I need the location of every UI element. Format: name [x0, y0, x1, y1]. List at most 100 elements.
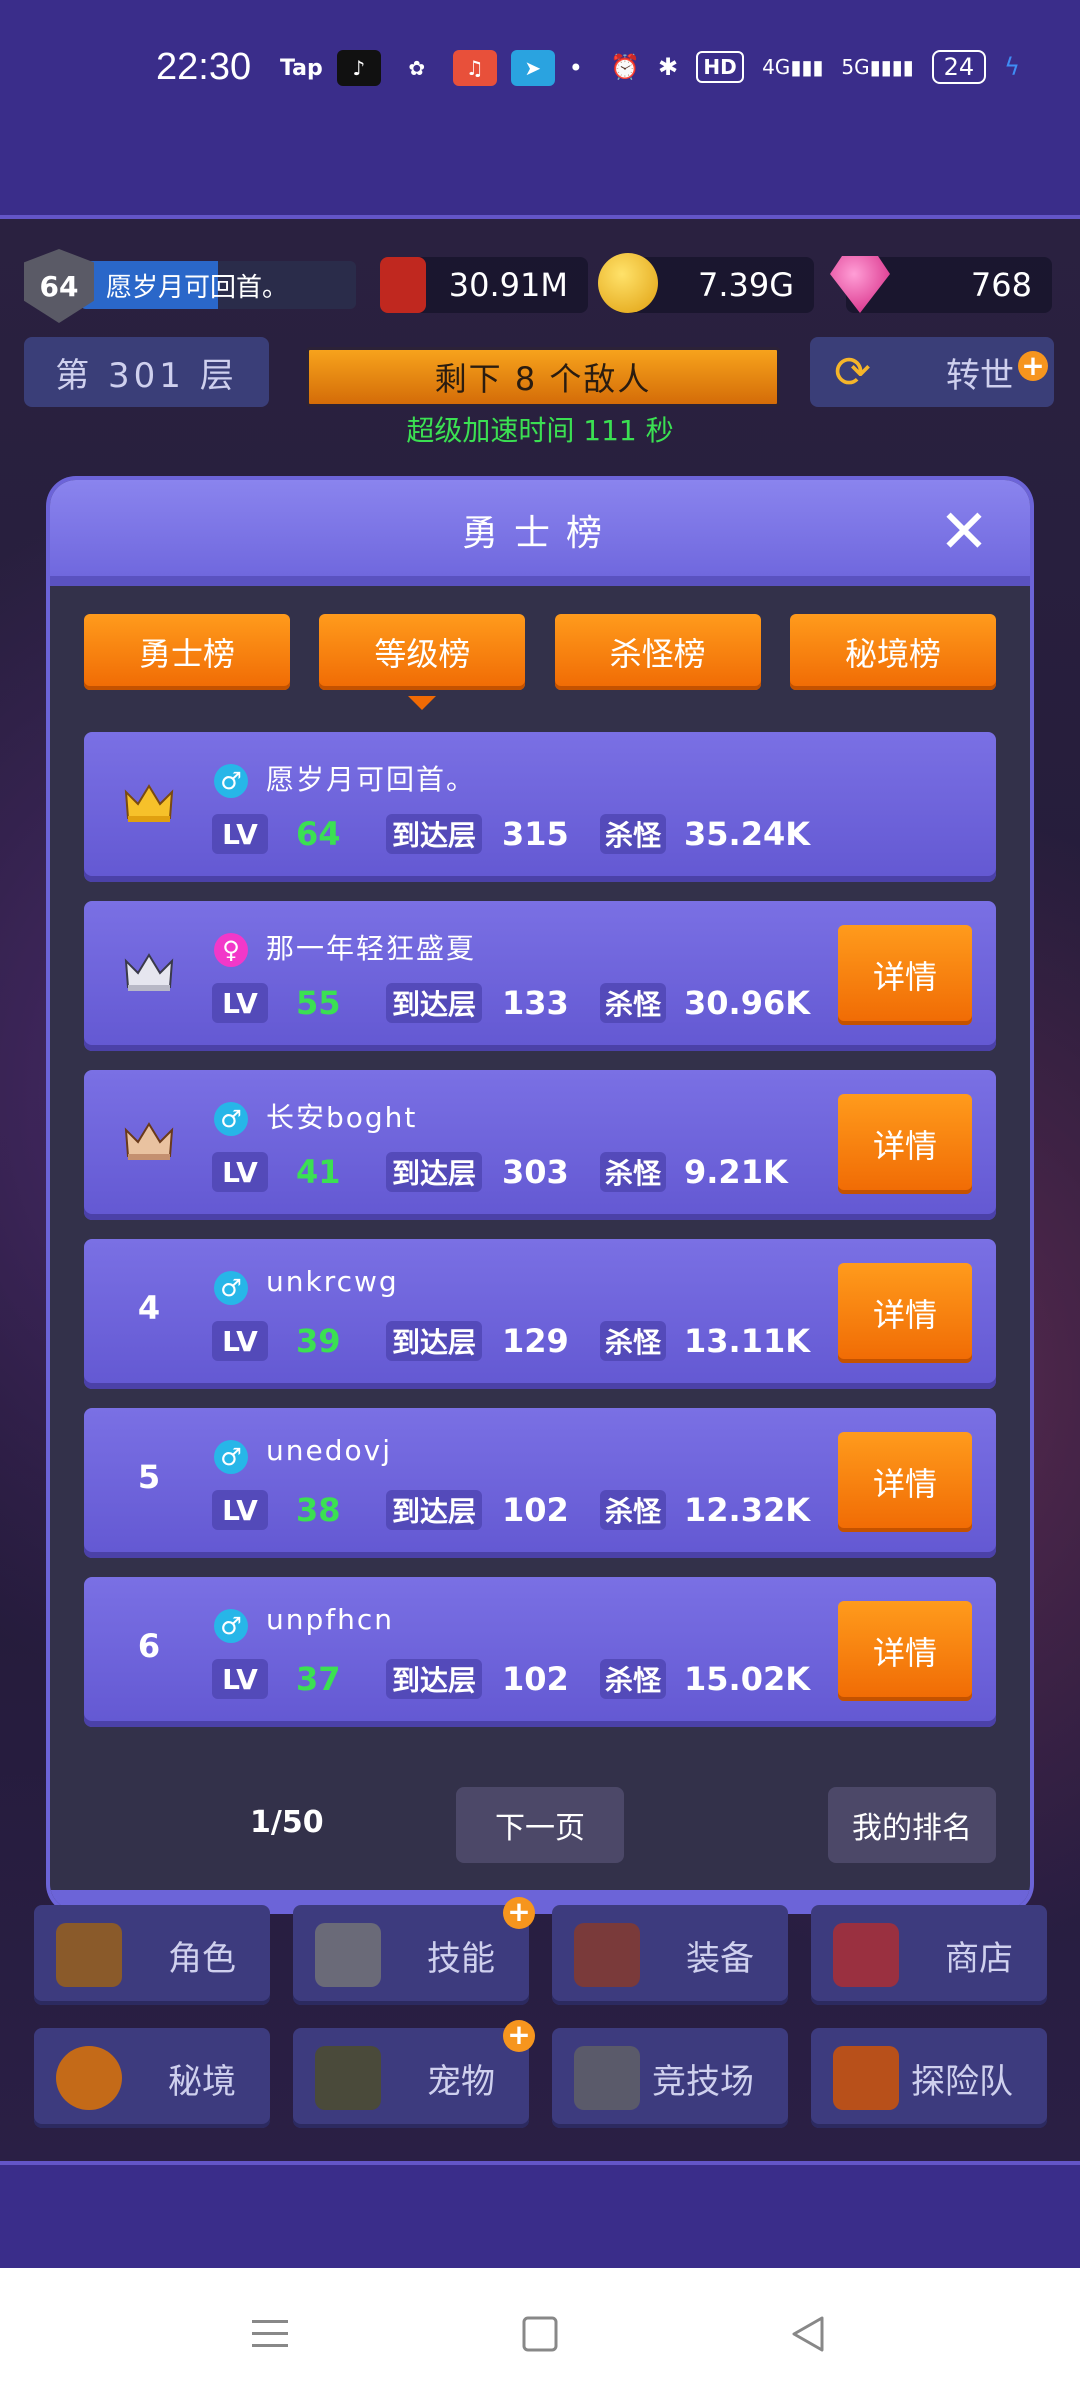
- player-level-badge: 64: [24, 249, 94, 323]
- pet-monster-icon: [315, 2046, 381, 2110]
- menu-equipment-button[interactable]: 装备: [552, 1905, 788, 2005]
- ranking-row: ♂ 长安boght LV 41 到达层 303 杀怪 9.21K 详情: [84, 1070, 996, 1220]
- status-bar: 22:30 Tap ♪ ✿ ♫ ➤ • ⏰ ✱ HD 4G▮▮▮ 5G▮▮▮▮ …: [0, 0, 1080, 219]
- notification-icons: Tap ♪ ✿ ♫ ➤ •: [280, 50, 583, 86]
- menu-pets-button[interactable]: 宠物 +: [293, 2020, 535, 2128]
- alarm-icon: ⏰: [610, 53, 640, 81]
- lv-label: LV: [212, 814, 268, 854]
- detail-button[interactable]: 详情: [838, 1094, 972, 1194]
- menu-label: 秘境: [168, 2061, 236, 2102]
- menu-character-button[interactable]: 角色: [34, 1905, 270, 2005]
- ranking-row: 5 ♂ unedovj LV 38 到达层 102 杀怪 12.32K 详情: [84, 1408, 996, 1558]
- player-name: 长安boght: [266, 1101, 418, 1134]
- gem-value: 768: [970, 266, 1032, 304]
- menu-arena-button[interactable]: 竞技场: [552, 2028, 788, 2128]
- floor-label: 到达层: [386, 814, 482, 854]
- gem-resource: 768: [830, 256, 1052, 313]
- reborn-arrows-icon: ⟳: [834, 347, 871, 398]
- male-icon: ♂: [214, 1102, 248, 1136]
- square-home-icon: [522, 2316, 558, 2352]
- plus-badge-icon: +: [503, 1897, 535, 1929]
- level-value: 38: [296, 1491, 341, 1529]
- gold-value: 7.39G: [697, 266, 794, 304]
- floor-label: 到达层: [386, 1152, 482, 1192]
- enemies-remaining: 剩下 8 个敌人: [306, 347, 780, 407]
- lv-label: LV: [212, 1152, 268, 1192]
- floor-value: 129: [502, 1322, 569, 1360]
- menu-shop-button[interactable]: 商店: [811, 1905, 1047, 2005]
- tab-secret-realm[interactable]: 秘境榜: [789, 614, 996, 690]
- main-menu: 角色 技能 + 装备 商店 秘境 宠物 + 竞技场 探险队: [34, 1897, 1047, 2128]
- kills-label: 杀怪: [600, 1659, 666, 1699]
- bronze-crown-icon: [124, 1122, 174, 1160]
- leaderboard-modal: 勇士榜 ✕ 勇士榜 等级榜 杀怪榜 秘境榜 ♂ 愿岁月可回首。 LV 64 到达…: [50, 480, 1030, 1910]
- menu-label: 技能: [427, 1938, 495, 1979]
- kills-label: 杀怪: [600, 1152, 666, 1192]
- menu-label: 宠物: [427, 2061, 495, 2102]
- detail-button[interactable]: 详情: [838, 1432, 972, 1532]
- page-indicator: 1/50: [250, 1805, 324, 1840]
- player-name: 愿岁月可回首。: [106, 272, 289, 303]
- battery-icon: 24: [931, 50, 987, 84]
- floor-label: 到达层: [386, 1321, 482, 1361]
- level-value: 41: [296, 1153, 341, 1191]
- rank-number: 6: [137, 1627, 161, 1665]
- status-time: 22:30: [156, 46, 252, 88]
- hamburger-icon: [252, 2320, 288, 2347]
- menu-label: 探险队: [911, 2061, 1013, 2102]
- menu-label: 装备: [686, 1938, 754, 1979]
- player-name-bar: 愿岁月可回首。: [80, 261, 356, 309]
- my-rank-button[interactable]: 我的排名: [828, 1787, 996, 1863]
- modal-header: 勇士榜 ✕: [50, 480, 1030, 586]
- male-icon: ♂: [214, 1271, 248, 1305]
- kills-value: 35.24K: [684, 815, 811, 853]
- kills-label: 杀怪: [600, 814, 666, 854]
- back-triangle-icon: [792, 2316, 824, 2352]
- kills-value: 30.96K: [684, 984, 811, 1022]
- leaderboard-tabs: 勇士榜 等级榜 杀怪榜 秘境榜: [84, 614, 996, 710]
- tab-level[interactable]: 等级榜: [319, 614, 526, 710]
- floor-label: 到达层: [386, 1659, 482, 1699]
- app-swirl-icon: ✿: [408, 56, 426, 80]
- reborn-plus-icon: +: [1018, 351, 1048, 381]
- floor-label: 到达层: [386, 983, 482, 1023]
- detail-button[interactable]: 详情: [838, 925, 972, 1025]
- lv-label: LV: [212, 1321, 268, 1361]
- lv-label: LV: [212, 983, 268, 1023]
- next-page-button[interactable]: 下一页: [456, 1787, 624, 1863]
- bluetooth-icon: ✱: [657, 53, 679, 81]
- hd-icon: HD: [696, 51, 745, 83]
- reborn-button[interactable]: ⟳ 转世 +: [810, 337, 1054, 407]
- modal-title: 勇士榜: [461, 513, 618, 554]
- male-icon: ♂: [214, 1440, 248, 1474]
- detail-button[interactable]: 详情: [838, 1263, 972, 1363]
- ranking-row: ♀ 那一年轻狂盛夏 LV 55 到达层 133 杀怪 30.96K 详情: [84, 901, 996, 1051]
- system-navigation-bar: [0, 2268, 1080, 2400]
- close-icon[interactable]: ✕: [936, 502, 992, 562]
- rank-number: 4: [137, 1289, 161, 1327]
- ranking-row: 6 ♂ unpfhcn LV 37 到达层 102 杀怪 15.02K 详情: [84, 1577, 996, 1727]
- reborn-label: 转世: [946, 355, 1014, 396]
- menu-expedition-button[interactable]: 探险队: [811, 2028, 1047, 2128]
- pagination: 1/50 下一页 我的排名: [50, 1785, 1030, 1865]
- crossed-swords-icon: [574, 2046, 640, 2110]
- menu-skills-button[interactable]: 技能 +: [293, 1897, 535, 2005]
- gem-icon: [830, 256, 890, 313]
- floor-value: 133: [502, 984, 569, 1022]
- player-name: unpfhcn: [266, 1603, 395, 1636]
- menu-secret-realm-button[interactable]: 秘境: [34, 2028, 270, 2128]
- tab-warrior[interactable]: 勇士榜: [84, 614, 290, 690]
- menu-nav-button[interactable]: [244, 2308, 296, 2360]
- floor-value: 315: [502, 815, 569, 853]
- back-nav-button[interactable]: [782, 2308, 834, 2360]
- detail-button[interactable]: 详情: [838, 1601, 972, 1701]
- floor-value: 102: [502, 1660, 569, 1698]
- home-nav-button[interactable]: [514, 2308, 566, 2360]
- player-name: unkrcwg: [266, 1265, 399, 1298]
- tab-kills[interactable]: 杀怪榜: [554, 614, 761, 690]
- charging-icon: ϟ: [1004, 53, 1020, 81]
- ranking-list: ♂ 愿岁月可回首。 LV 64 到达层 315 杀怪 35.24K ♀ 那一年轻…: [84, 732, 996, 1746]
- male-icon: ♂: [214, 764, 248, 798]
- kills-label: 杀怪: [600, 1490, 666, 1530]
- music-app-icon: ♫: [452, 50, 497, 86]
